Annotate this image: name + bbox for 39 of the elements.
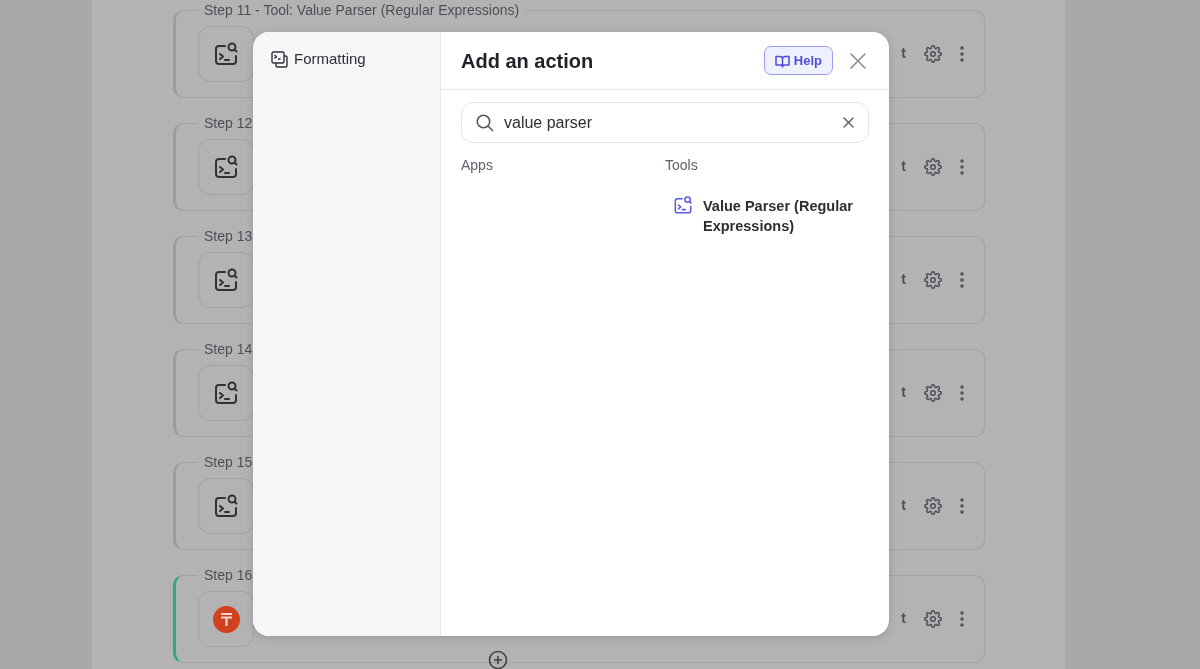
more-icon[interactable] <box>960 271 964 288</box>
action-text: t <box>901 496 906 515</box>
terminal-search-icon <box>213 267 239 293</box>
search-field[interactable]: value parser <box>461 102 869 143</box>
step-label: Step 11 - Tool: Value Parser (Regular Expressions) <box>198 1 526 19</box>
more-icon[interactable] <box>960 610 964 627</box>
settings-icon[interactable] <box>924 496 942 515</box>
sidebar-item[interactable]: Formatting <box>271 48 366 71</box>
search-icon <box>476 113 494 132</box>
add-step-icon[interactable] <box>488 650 508 669</box>
action-text: t <box>901 270 906 289</box>
terminal-search-icon <box>213 154 239 180</box>
settings-icon[interactable] <box>924 44 942 63</box>
terminal-search-icon <box>213 380 239 406</box>
result-item[interactable]: Value Parser (Regular Expressions) <box>673 196 858 236</box>
settings-icon[interactable] <box>924 383 942 402</box>
column-heading: Tools <box>665 156 699 175</box>
column-heading: Apps <box>461 156 494 175</box>
action-text: t <box>901 157 906 176</box>
terminal-search-icon <box>213 41 239 67</box>
search-input[interactable]: value parser <box>502 109 835 136</box>
app-logo-icon <box>212 605 240 633</box>
action-text: t <box>901 609 906 628</box>
settings-icon[interactable] <box>924 270 942 289</box>
terminal-search-icon <box>673 195 693 215</box>
terminal-window-icon <box>271 50 288 68</box>
more-icon[interactable] <box>960 384 964 401</box>
help-button[interactable]: Help <box>763 46 833 75</box>
more-icon[interactable] <box>960 158 964 175</box>
terminal-search-icon <box>213 493 239 519</box>
settings-icon[interactable] <box>924 157 942 176</box>
settings-icon[interactable] <box>924 609 942 628</box>
dialog-title: Add an action <box>461 48 594 73</box>
book-icon <box>774 53 790 68</box>
action-text: t <box>901 44 906 63</box>
action-text: t <box>901 383 906 402</box>
clear-icon[interactable] <box>843 117 854 128</box>
more-icon[interactable] <box>960 45 964 62</box>
more-icon[interactable] <box>960 497 964 514</box>
